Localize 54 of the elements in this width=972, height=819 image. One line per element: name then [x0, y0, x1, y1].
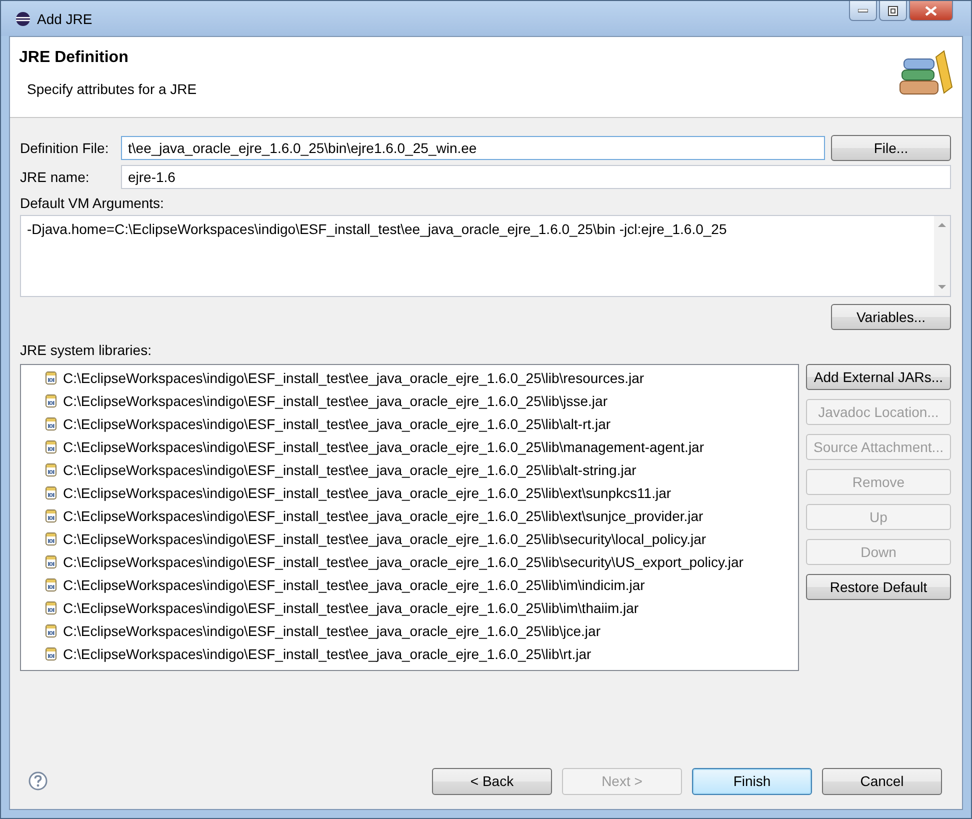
library-button[interactable]: Restore Default — [806, 574, 951, 600]
library-path[interactable]: C:\EclipseWorkspaces\indigo\ESF_install_test\ee_java_oracle_ejre_1.6.0_25\lib\ext\sunjce_provider.jar — [63, 508, 704, 524]
file-button[interactable]: File... — [831, 134, 951, 160]
field-label: Default VM Arguments: — [20, 195, 165, 213]
variables-button[interactable]: Variables... — [831, 304, 951, 330]
jar-icon — [45, 394, 57, 408]
scroll-down-icon[interactable] — [938, 284, 946, 290]
window-title: Add JRE — [37, 10, 92, 26]
jar-icon — [45, 370, 57, 384]
jar-icon — [45, 554, 57, 568]
jar-icon — [45, 462, 57, 476]
maximize-icon — [888, 6, 898, 16]
scroll-up-icon[interactable] — [938, 222, 946, 228]
vm-arguments-field[interactable]: -Djava.home=C:\EclipseWorkspaces\indigo\ESF_install_test\ee_java_oracle_ejre_1.6.0_25\bin -jcl:ejre_1.6.0_25 — [20, 215, 951, 297]
jar-icon — [45, 532, 57, 546]
library-path[interactable]: C:\EclipseWorkspaces\indigo\ESF_install_test\ee_java_oracle_ejre_1.6.0_25\lib\security\local_policy.jar — [63, 530, 706, 546]
wizard-button[interactable]: Cancel — [822, 768, 942, 794]
jar-icon — [45, 508, 57, 522]
jar-icon — [45, 416, 57, 430]
close-button[interactable] — [909, 1, 953, 21]
jar-icon — [45, 486, 57, 500]
wizard-button[interactable]: Finish — [692, 768, 812, 794]
field-label: Definition File: — [20, 140, 110, 156]
library-path[interactable]: C:\EclipseWorkspaces\indigo\ESF_install_test\ee_java_oracle_ejre_1.6.0_25\lib\management-agent.jar — [63, 438, 704, 454]
help-icon[interactable] — [28, 771, 48, 791]
wizard-button[interactable]: < Back — [432, 768, 552, 794]
library-path[interactable]: C:\EclipseWorkspaces\indigo\ESF_install_test\ee_java_oracle_ejre_1.6.0_25\lib\alt-rt.jar — [63, 416, 611, 432]
library-path[interactable]: C:\EclipseWorkspaces\indigo\ESF_install_test\ee_java_oracle_ejre_1.6.0_25\lib\resources.jar — [63, 370, 644, 386]
library-path[interactable]: C:\EclipseWorkspaces\indigo\ESF_install_test\ee_java_oracle_ejre_1.6.0_25\lib\jsse.jar — [63, 392, 608, 408]
minimize-button[interactable] — [849, 1, 877, 21]
library-path[interactable]: C:\EclipseWorkspaces\indigo\ESF_install_test\ee_java_oracle_ejre_1.6.0_25\lib\im\thaiim.jar — [63, 600, 639, 616]
library-button[interactable]: Add External JARs... — [806, 364, 951, 390]
jar-icon — [45, 578, 57, 592]
eclipse-icon — [15, 10, 31, 26]
library-path[interactable]: C:\EclipseWorkspaces\indigo\ESF_install_test\ee_java_oracle_ejre_1.6.0_25\lib\jce.jar — [63, 622, 600, 638]
definition-file-field[interactable]: t\ee_java_oracle_ejre_1.6.0_25\bin\ejre1.6.0_25_win.ee — [121, 136, 825, 160]
jre-name-field[interactable]: ejre-1.6 — [121, 164, 951, 188]
field-label: JRE name: — [20, 168, 90, 184]
page-description: Specify attributes for a JRE — [27, 81, 197, 97]
maximize-button[interactable] — [879, 1, 907, 21]
jar-icon — [45, 440, 57, 454]
library-path[interactable]: C:\EclipseWorkspaces\indigo\ESF_install_test\ee_java_oracle_ejre_1.6.0_25\lib\rt.jar — [63, 646, 592, 662]
jar-icon — [45, 646, 57, 660]
close-icon — [925, 6, 937, 16]
library-path[interactable]: C:\EclipseWorkspaces\indigo\ESF_install_test\ee_java_oracle_ejre_1.6.0_25\lib\security\US_export_policy.jar — [63, 554, 744, 570]
jar-icon — [45, 600, 57, 614]
library-path[interactable]: C:\EclipseWorkspaces\indigo\ESF_install_test\ee_java_oracle_ejre_1.6.0_25\lib\alt-string.jar — [63, 462, 636, 478]
field-label: JRE system libraries: — [20, 342, 152, 360]
page-title: JRE Definition — [19, 49, 130, 67]
scrollbar[interactable] — [934, 216, 950, 296]
minimize-icon — [858, 8, 868, 12]
jar-icon — [45, 624, 57, 638]
library-path[interactable]: C:\EclipseWorkspaces\indigo\ESF_install_test\ee_java_oracle_ejre_1.6.0_25\lib\im\indicim.jar — [63, 576, 645, 592]
library-path[interactable]: C:\EclipseWorkspaces\indigo\ESF_install_test\ee_java_oracle_ejre_1.6.0_25\lib\ext\sunpkcs11.jar — [63, 484, 672, 500]
